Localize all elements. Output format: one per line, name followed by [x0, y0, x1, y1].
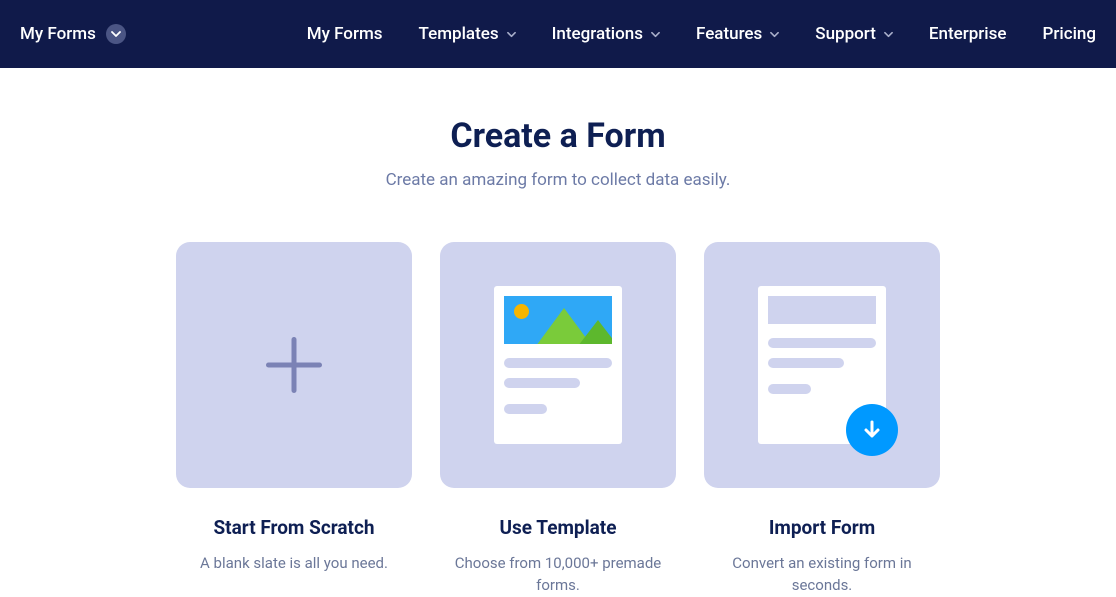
chevron-down-icon: [884, 30, 893, 39]
card-desc: A blank slate is all you need.: [200, 553, 388, 575]
nav-item-label: Integrations: [552, 24, 643, 44]
nav-right: My Forms Templates Integrations Features…: [307, 24, 1096, 44]
chevron-down-icon: [651, 30, 660, 39]
mountain-icon: [578, 320, 612, 344]
block-placeholder: [768, 296, 876, 324]
card-desc: Choose from 10,000+ premade forms.: [443, 553, 673, 597]
document-mock-icon: [758, 286, 886, 444]
chevron-down-icon: [507, 30, 516, 39]
nav-item-label: Pricing: [1043, 24, 1097, 44]
nav-item-integrations[interactable]: Integrations: [552, 24, 660, 44]
card-import-form[interactable]: Import Form Convert an existing form in …: [704, 242, 940, 597]
top-navbar: My Forms My Forms Templates Integrations…: [0, 0, 1116, 68]
chevron-down-icon: [106, 24, 126, 44]
nav-item-features[interactable]: Features: [696, 24, 779, 44]
nav-item-label: Templates: [419, 24, 499, 44]
nav-item-templates[interactable]: Templates: [419, 24, 516, 44]
text-line-placeholder: [504, 358, 612, 368]
nav-item-pricing[interactable]: Pricing: [1043, 24, 1097, 44]
nav-item-label: Support: [815, 24, 876, 44]
text-line-placeholder: [768, 384, 811, 394]
main-content: Create a Form Create an amazing form to …: [0, 68, 1116, 597]
nav-item-enterprise[interactable]: Enterprise: [929, 24, 1007, 44]
image-placeholder-icon: [504, 296, 612, 344]
nav-item-label: My Forms: [307, 24, 383, 44]
text-line-placeholder: [768, 358, 844, 368]
nav-item-label: Enterprise: [929, 24, 1007, 44]
option-cards: Start From Scratch A blank slate is all …: [0, 242, 1116, 597]
page-subtitle: Create an amazing form to collect data e…: [0, 170, 1116, 190]
card-start-from-scratch[interactable]: Start From Scratch A blank slate is all …: [176, 242, 412, 597]
card-illustration-scratch: [176, 242, 412, 488]
card-use-template[interactable]: Use Template Choose from 10,000+ premade…: [440, 242, 676, 597]
chevron-down-icon: [770, 30, 779, 39]
text-line-placeholder: [768, 338, 876, 348]
sun-icon: [514, 304, 529, 319]
nav-my-forms-dropdown[interactable]: My Forms: [20, 24, 126, 44]
download-arrow-icon: [846, 404, 898, 456]
text-line-placeholder: [504, 404, 547, 414]
nav-left-label: My Forms: [20, 24, 96, 44]
card-illustration-import: [704, 242, 940, 488]
text-line-placeholder: [504, 378, 580, 388]
nav-item-label: Features: [696, 24, 762, 44]
card-title: Import Form: [769, 516, 875, 539]
card-title: Use Template: [500, 516, 617, 539]
card-illustration-template: [440, 242, 676, 488]
nav-item-support[interactable]: Support: [815, 24, 893, 44]
page-title: Create a Form: [0, 116, 1116, 156]
plus-icon: [266, 337, 322, 393]
nav-item-my-forms[interactable]: My Forms: [307, 24, 383, 44]
card-desc: Convert an existing form in seconds.: [707, 553, 937, 597]
card-title: Start From Scratch: [213, 516, 374, 539]
document-mock-icon: [494, 286, 622, 444]
